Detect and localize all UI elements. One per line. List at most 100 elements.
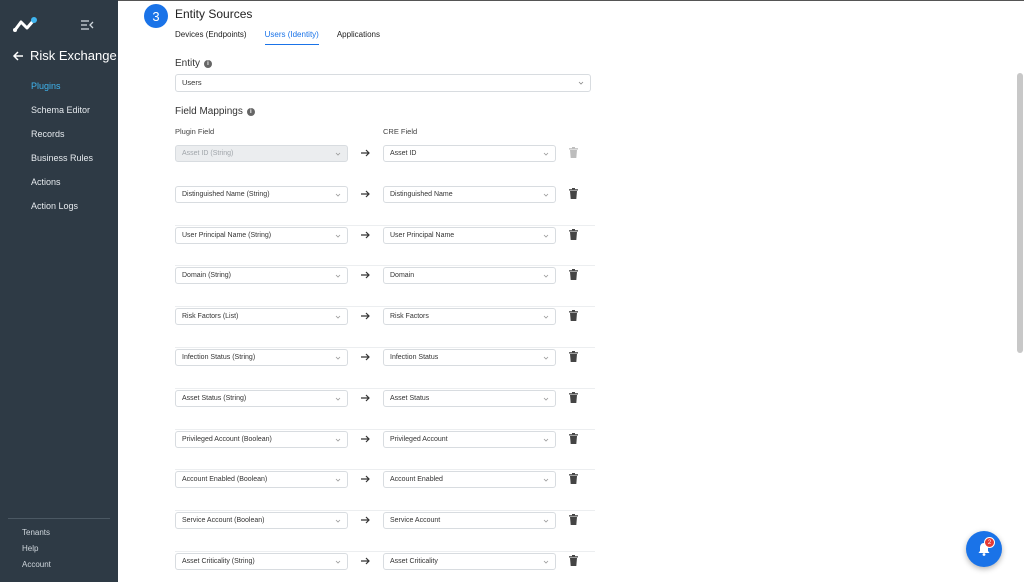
arrow-right-icon <box>361 190 370 198</box>
delete-icon[interactable] <box>569 187 578 199</box>
chevron-down-icon <box>578 81 584 85</box>
delete-icon[interactable] <box>569 514 578 526</box>
plugin-field-select[interactable]: Risk Factors (List) <box>175 308 348 326</box>
delete-icon <box>569 147 578 158</box>
plugin-field-value: Asset ID (String) <box>182 150 234 157</box>
chevron-down-icon <box>335 193 341 197</box>
sidebar-item-actions[interactable]: Actions <box>0 170 118 194</box>
plugin-field-select[interactable]: Account Enabled (Boolean) <box>175 471 348 489</box>
tab-users[interactable]: Users (Identity) <box>264 29 319 45</box>
delete-icon[interactable] <box>569 269 578 281</box>
chevron-down-icon <box>543 397 549 401</box>
cre-field-select[interactable]: Infection Status <box>383 348 556 366</box>
delete-icon[interactable] <box>569 473 578 485</box>
plugin-field-value: Asset Status (String) <box>182 394 247 402</box>
sidebar-item-records[interactable]: Records <box>0 122 118 146</box>
arrow-right-icon <box>361 231 370 239</box>
entity-select[interactable]: Users <box>175 74 591 92</box>
plugin-field-value: User Principal Name (String) <box>182 231 272 239</box>
delete-icon[interactable] <box>569 554 578 566</box>
plugin-field-value: Account Enabled (Boolean) <box>182 476 268 484</box>
delete-icon[interactable] <box>569 350 578 362</box>
delete-icon[interactable] <box>569 228 578 240</box>
sidebar-item-plugins[interactable]: Plugins <box>0 74 118 98</box>
info-icon[interactable]: i <box>204 59 213 68</box>
cre-field-value: Asset Criticality <box>390 557 438 565</box>
collapse-sidebar-icon[interactable] <box>80 19 94 31</box>
cre-field-value: User Principal Name <box>390 231 455 239</box>
sidebar-footer-account[interactable]: Account <box>8 559 110 575</box>
delete-icon[interactable] <box>569 310 578 322</box>
sidebar-item-schema-editor[interactable]: Schema Editor <box>0 98 118 122</box>
cre-field-select[interactable]: Asset ID <box>383 145 556 162</box>
plugin-field-select[interactable]: User Principal Name (String) <box>175 226 348 244</box>
chevron-down-icon <box>335 356 341 360</box>
entity-select-value: Users <box>182 78 202 87</box>
notifications-button[interactable]: 2 <box>966 531 1002 567</box>
arrow-right-icon <box>361 149 370 157</box>
plugin-field-value: Privileged Account (Boolean) <box>182 435 272 443</box>
sidebar-item-business-rules[interactable]: Business Rules <box>0 146 118 170</box>
plugin-field-select[interactable]: Asset Criticality (String) <box>175 552 348 570</box>
tab-applications[interactable]: Applications <box>337 29 380 45</box>
delete-icon[interactable] <box>569 432 578 444</box>
cre-field-select[interactable]: Service Account <box>383 512 556 530</box>
field-mapping-row: Service Account (Boolean) Service Account <box>175 511 595 552</box>
chevron-down-icon <box>543 152 549 156</box>
plugin-field-select[interactable]: Distinguished Name (String) <box>175 185 348 203</box>
plugin-field-value: Risk Factors (List) <box>182 313 239 321</box>
cre-field-value: Service Account <box>390 517 441 525</box>
plugin-field-select[interactable]: Domain (String) <box>175 267 348 285</box>
cre-field-select[interactable]: Asset Criticality <box>383 552 556 570</box>
back-to-risk-exchange[interactable]: Risk Exchange <box>12 48 117 63</box>
scrollbar-thumb[interactable] <box>1017 73 1023 353</box>
chevron-down-icon <box>543 356 549 360</box>
arrow-left-icon <box>12 50 23 61</box>
arrow-right-icon <box>361 353 370 361</box>
plugin-field-select[interactable]: Infection Status (String) <box>175 348 348 366</box>
cre-field-select[interactable]: Account Enabled <box>383 471 556 489</box>
chevron-down-icon <box>335 275 341 278</box>
sidebar-footer-tenants[interactable]: Tenants <box>8 527 110 543</box>
arrow-right-icon <box>361 394 370 402</box>
chevron-down-icon <box>335 152 341 156</box>
field-mapping-row: Privileged Account (Boolean) Privileged A… <box>175 430 595 471</box>
info-icon[interactable]: i <box>246 107 255 116</box>
field-mapping-row: Asset ID (String) Asset ID <box>175 144 595 185</box>
arrow-right-icon <box>361 475 370 483</box>
field-mapping-row: Risk Factors (List) Risk Factors <box>175 307 595 348</box>
plugin-field-select[interactable]: Privileged Account (Boolean) <box>175 430 348 448</box>
arrow-right-icon <box>361 516 370 524</box>
cre-field-select[interactable]: Privileged Account <box>383 430 556 448</box>
chevron-down-icon <box>335 438 341 442</box>
sidebar: Risk Exchange Plugins Schema Editor Reco… <box>0 0 118 582</box>
cre-field-select[interactable]: Domain <box>383 267 556 285</box>
field-mapping-row: Distinguished Name (String) Distinguished… <box>175 185 595 226</box>
plugin-field-value: Domain (String) <box>182 272 232 280</box>
sidebar-footer: Tenants Help Account <box>8 518 110 575</box>
tab-devices[interactable]: Devices (Endpoints) <box>175 29 247 45</box>
chevron-down-icon <box>335 479 341 482</box>
sidebar-item-action-logs[interactable]: Action Logs <box>0 194 118 218</box>
scrollbar[interactable] <box>1016 1 1024 582</box>
app-title: Risk Exchange <box>30 48 117 63</box>
arrow-right-icon <box>361 271 370 279</box>
field-mapping-row: Asset Status (String) Asset Status <box>175 389 595 430</box>
field-mapping-row: Asset Criticality (String) Asset Critical… <box>175 552 595 582</box>
plugin-field-select[interactable]: Service Account (Boolean) <box>175 512 348 530</box>
sidebar-footer-help[interactable]: Help <box>8 543 110 559</box>
plugin-field-select: Asset ID (String) <box>175 145 348 162</box>
cre-field-select[interactable]: Risk Factors <box>383 308 556 326</box>
delete-icon[interactable] <box>569 391 578 403</box>
cre-field-select[interactable]: User Principal Name <box>383 226 556 244</box>
cre-field-select[interactable]: Asset Status <box>383 389 556 407</box>
step-number: 3 <box>144 4 168 28</box>
plugin-field-select[interactable]: Asset Status (String) <box>175 389 348 407</box>
plugin-field-value: Distinguished Name (String) <box>182 190 270 198</box>
plugin-field-header: Plugin Field <box>175 127 215 136</box>
chevron-down-icon <box>335 560 341 564</box>
field-mapping-row: Domain (String) Domain <box>175 266 595 308</box>
cre-field-select[interactable]: Distinguished Name <box>383 185 556 203</box>
entity-label: Entity <box>175 58 201 69</box>
netskope-logo[interactable] <box>12 16 40 34</box>
